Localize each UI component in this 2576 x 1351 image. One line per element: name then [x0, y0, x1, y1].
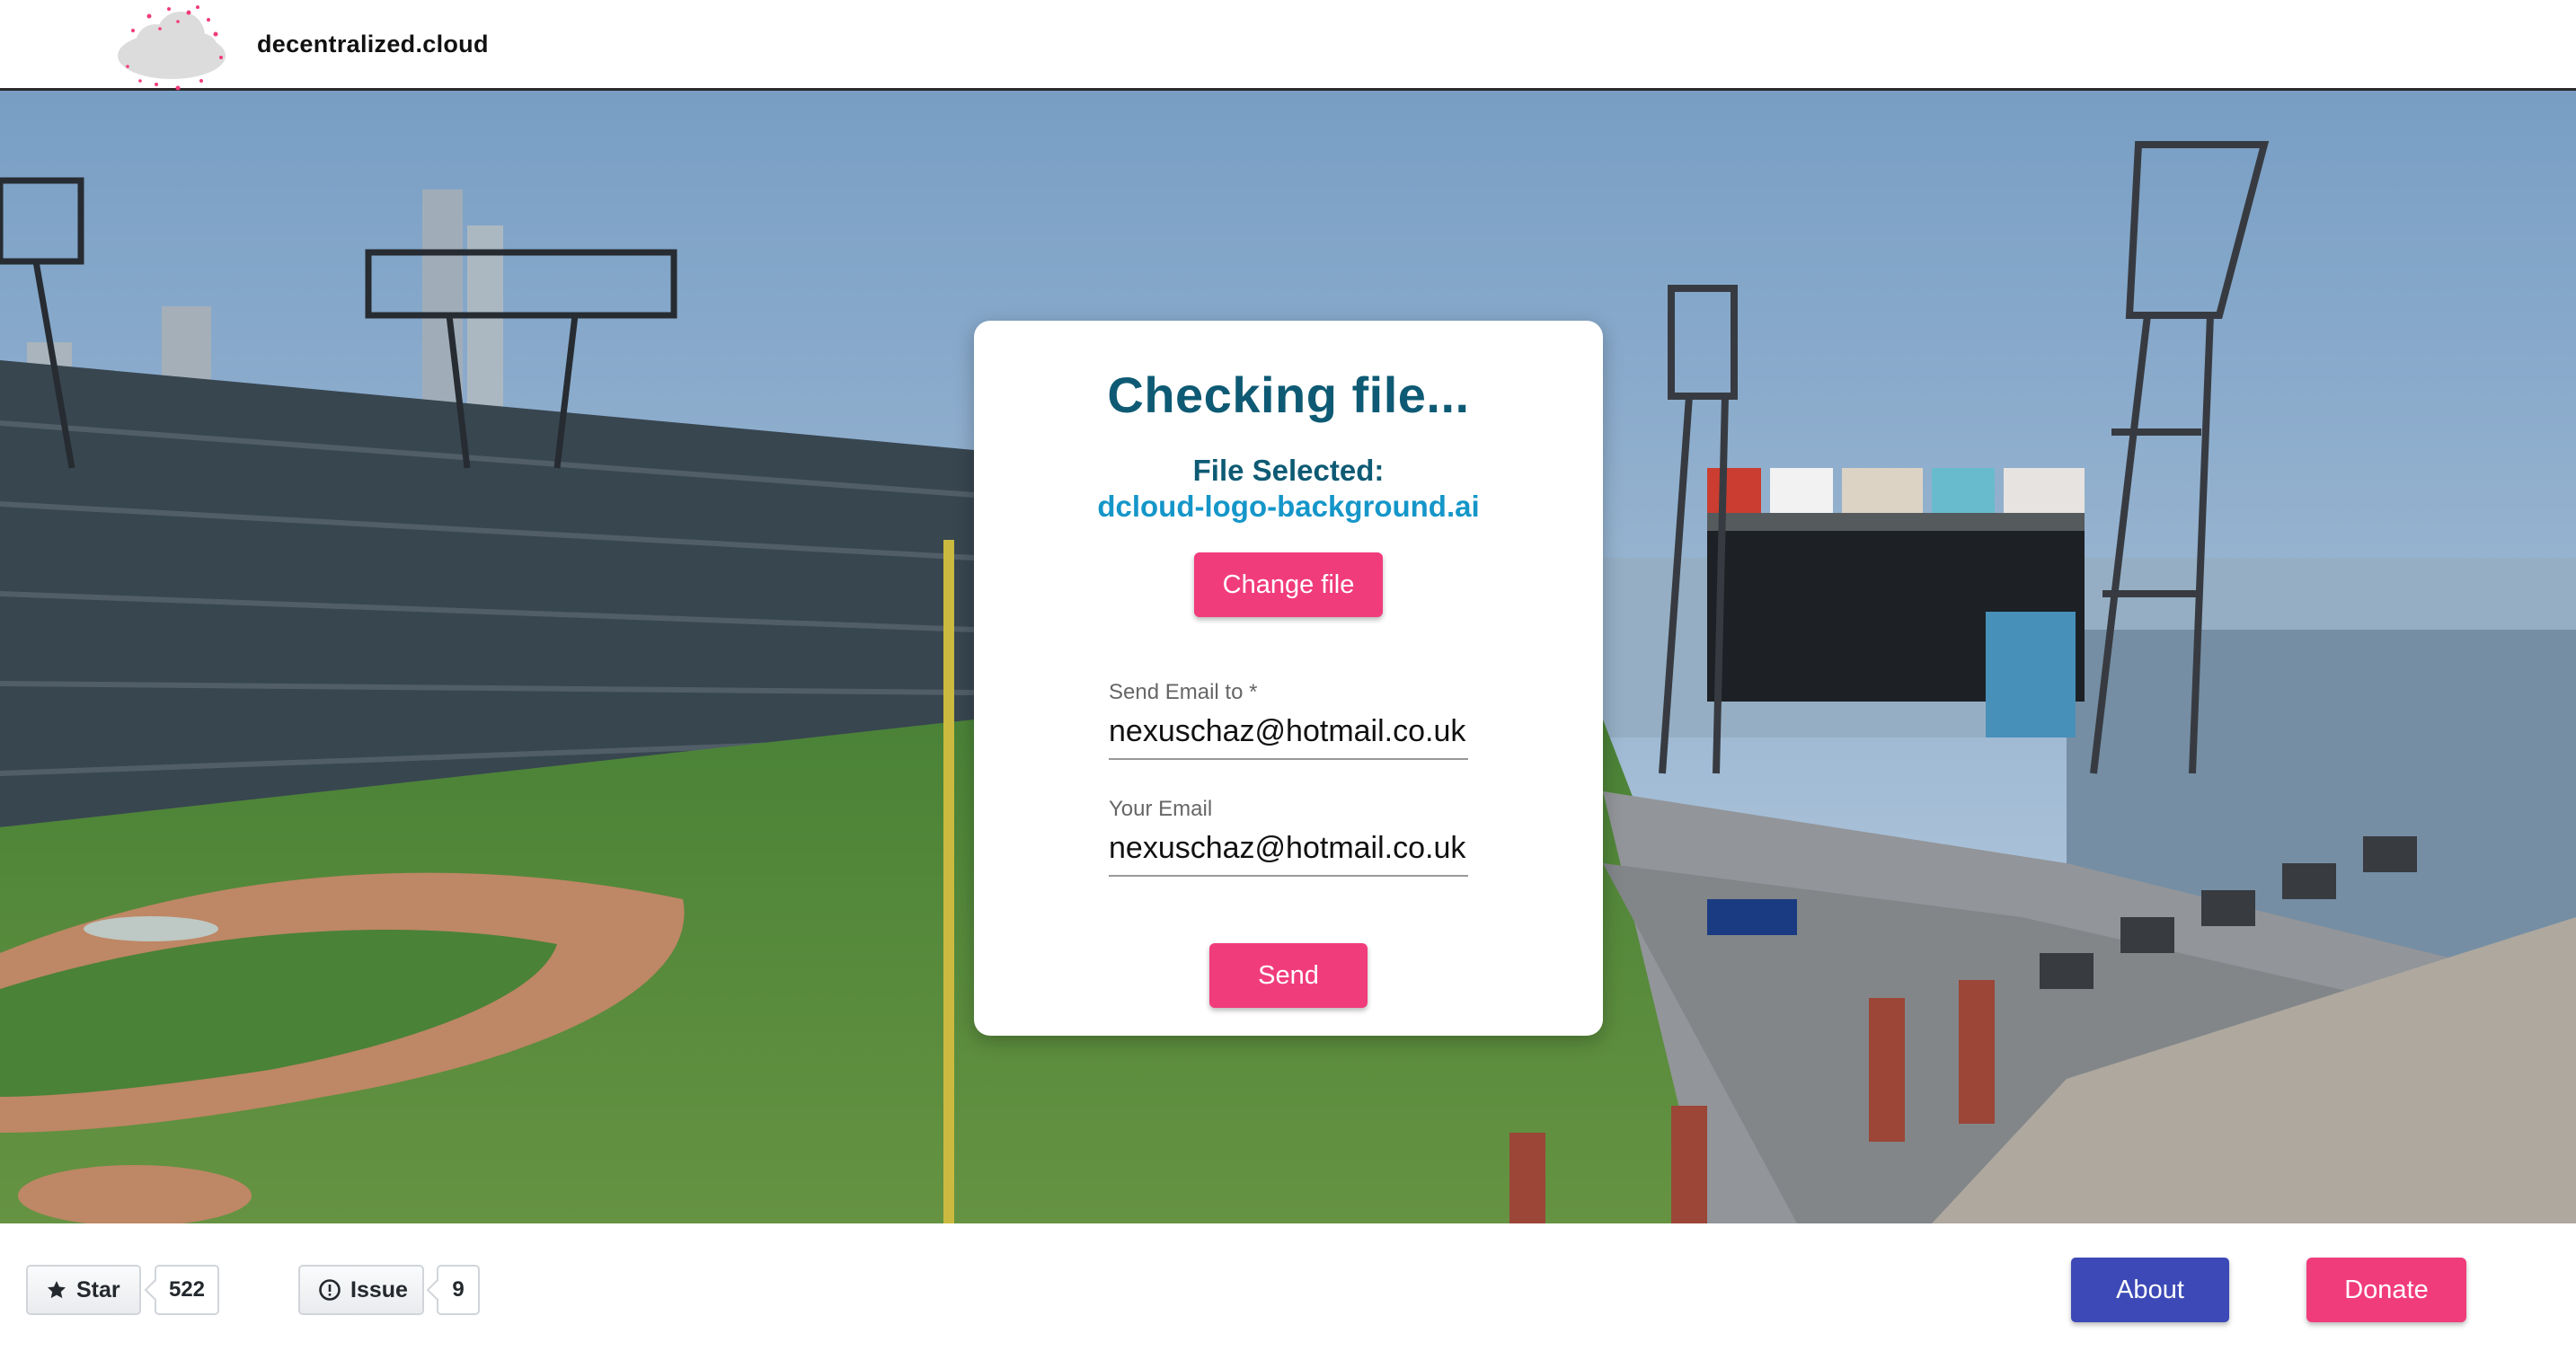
change-file-button[interactable]: Change file — [1194, 552, 1383, 617]
issue-count[interactable]: 9 — [437, 1265, 480, 1315]
send-email-to-field: Send Email to * — [1109, 680, 1468, 760]
cloud-logo-icon[interactable] — [115, 4, 232, 92]
send-button[interactable]: Send — [1209, 943, 1368, 1008]
issue-opened-icon — [318, 1278, 341, 1302]
upload-card: Checking file... File Selected: dcloud-l… — [974, 321, 1603, 1036]
about-button[interactable]: About — [2071, 1258, 2229, 1322]
brand-name[interactable]: decentralized.cloud — [257, 31, 489, 58]
star-icon — [46, 1279, 67, 1301]
github-issue-button[interactable]: Issue — [298, 1265, 424, 1315]
send-email-to-input[interactable] — [1109, 712, 1468, 760]
issue-label: Issue — [350, 1276, 408, 1302]
your-email-field: Your Email — [1109, 797, 1468, 877]
send-email-to-label: Send Email to * — [1109, 680, 1258, 704]
donate-button[interactable]: Donate — [2306, 1258, 2466, 1322]
file-selected-label: File Selected: — [1192, 454, 1385, 487]
site-footer: Star 522 Issue 9 About Donate — [0, 1223, 2576, 1351]
your-email-label: Your Email — [1109, 797, 1213, 821]
card-title: Checking file... — [1107, 366, 1470, 423]
github-star-button[interactable]: Star — [26, 1265, 141, 1315]
star-count[interactable]: 522 — [155, 1265, 219, 1315]
your-email-input[interactable] — [1109, 829, 1468, 877]
star-label: Star — [76, 1276, 120, 1302]
selected-file-name: dcloud-logo-background.ai — [1097, 490, 1480, 523]
site-header: decentralized.cloud — [0, 0, 2576, 91]
